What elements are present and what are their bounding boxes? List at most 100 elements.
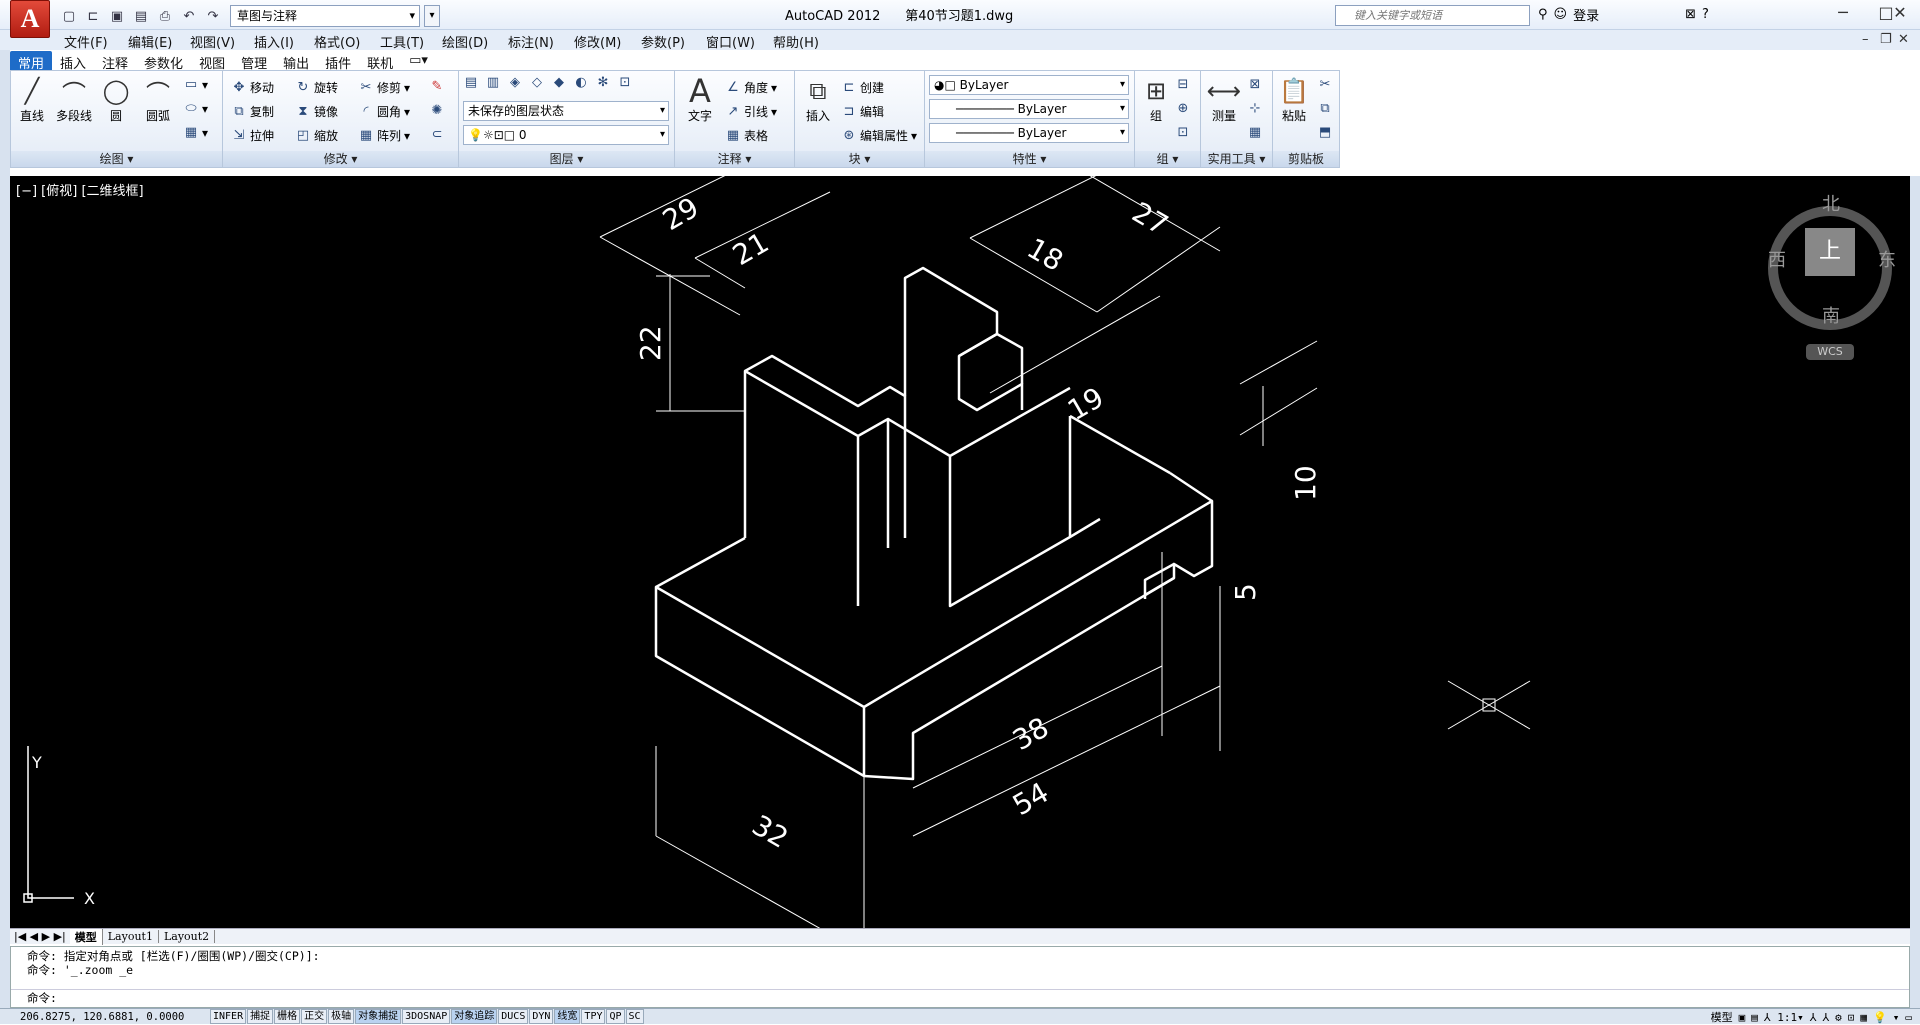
layout-icon[interactable]: ▣ bbox=[1739, 1011, 1746, 1024]
draw-panel-label[interactable]: 绘图 ▾ bbox=[11, 151, 222, 167]
tab-options-icon[interactable]: ▭▾ bbox=[401, 51, 436, 71]
annotation-scale[interactable]: ⅄ 1:1▾ bbox=[1764, 1011, 1804, 1024]
layer-lock-icon[interactable]: ⊡ bbox=[617, 75, 633, 91]
point-style-button[interactable]: ⊹ bbox=[1247, 101, 1263, 117]
block-panel-label[interactable]: 块 ▾ bbox=[795, 151, 924, 167]
doc-restore-icon[interactable]: ❐ bbox=[1880, 32, 1892, 47]
search-input[interactable]: 键入关键字或短语 bbox=[1335, 5, 1530, 26]
menu-modify[interactable]: 修改(M) bbox=[574, 32, 621, 51]
cut-button[interactable]: ✂ bbox=[1317, 77, 1333, 93]
status-menu-icon[interactable]: ▾ bbox=[1893, 1011, 1900, 1024]
modify-panel-label[interactable]: 修改 ▾ bbox=[223, 151, 458, 167]
menu-parametric[interactable]: 参数(P) bbox=[641, 32, 685, 51]
edit-block-button[interactable]: ⊐ 编辑 bbox=[841, 103, 884, 120]
group-edit-button[interactable]: ⊕ bbox=[1175, 101, 1191, 117]
polyline-button[interactable]: ⌒ 多段线 bbox=[53, 75, 95, 124]
layer-iso-icon[interactable]: ◈ bbox=[507, 75, 523, 91]
annotation-panel-label[interactable]: 注释 ▾ bbox=[675, 151, 794, 167]
toggle-qp[interactable]: QP bbox=[606, 1009, 625, 1024]
calculator-button[interactable]: ▦ bbox=[1247, 125, 1263, 141]
isolate-icon[interactable]: 💡 bbox=[1873, 1011, 1887, 1024]
login-link[interactable]: 登录 bbox=[1573, 5, 1599, 24]
menu-tools[interactable]: 工具(T) bbox=[380, 32, 424, 51]
tab-nav-icon[interactable]: |◀ ◀ ▶ ▶| bbox=[10, 930, 70, 943]
redo-icon[interactable]: ↷ bbox=[202, 6, 224, 26]
group-select-button[interactable]: ⊡ bbox=[1175, 125, 1191, 141]
command-input[interactable]: 命令: bbox=[11, 989, 1909, 1007]
toggle-snap[interactable]: 捕捉 bbox=[247, 1009, 274, 1024]
layer-match-icon[interactable]: ◆ bbox=[551, 75, 567, 91]
annotation-visibility-icon[interactable]: ⅄ bbox=[1810, 1011, 1817, 1024]
compass-west[interactable]: 西 bbox=[1768, 246, 1786, 272]
new-icon[interactable]: ▢ bbox=[58, 6, 80, 26]
tab-insert[interactable]: 插入 bbox=[52, 51, 94, 72]
table-button[interactable]: ▦ 表格 bbox=[725, 127, 768, 144]
toggle-sc[interactable]: SC bbox=[625, 1009, 644, 1024]
clean-screen-icon[interactable]: ▭ bbox=[1905, 1011, 1912, 1024]
toggle-tpy[interactable]: TPY bbox=[581, 1009, 606, 1024]
dimension-button[interactable]: ∠ 角度 ▾ bbox=[725, 79, 777, 96]
paste-button[interactable]: 📋 粘贴 bbox=[1273, 75, 1315, 124]
toggle-polar[interactable]: 极轴 bbox=[328, 1009, 355, 1024]
tab-home[interactable]: 常用 bbox=[10, 51, 53, 72]
rectangle-button[interactable]: ▭ ▾ bbox=[183, 77, 208, 93]
close-icon[interactable]: ✕ bbox=[1880, 0, 1920, 26]
menu-draw[interactable]: 绘图(D) bbox=[442, 32, 488, 51]
workspace-switch-icon[interactable]: ⚙ bbox=[1835, 1011, 1842, 1024]
compass-south[interactable]: 南 bbox=[1822, 302, 1840, 328]
ellipse-button[interactable]: ⬭ ▾ bbox=[183, 101, 208, 117]
ungroup-button[interactable]: ⊟ bbox=[1175, 77, 1191, 93]
leader-button[interactable]: ↗ 引线 ▾ bbox=[725, 103, 778, 120]
copy-button[interactable]: ⧉ 复制 bbox=[231, 103, 274, 120]
menu-help[interactable]: 帮助(H) bbox=[773, 32, 819, 51]
doc-minimize-icon[interactable]: – bbox=[1862, 32, 1869, 47]
layer-select[interactable]: 💡☼⊡□ 0 bbox=[463, 125, 669, 145]
match-prop-button[interactable]: ⬒ bbox=[1317, 125, 1333, 141]
toggle-osnap[interactable]: 对象捕捉 bbox=[355, 1009, 402, 1024]
erase-button[interactable]: ✎ bbox=[429, 79, 445, 95]
trim-button[interactable]: ✂ 修剪 ▾ bbox=[358, 79, 411, 96]
move-button[interactable]: ✥ 移动 bbox=[231, 79, 274, 96]
viewcube-top-face[interactable]: 上 bbox=[1805, 228, 1855, 276]
save-icon[interactable]: ▣ bbox=[106, 6, 128, 26]
explode-button[interactable]: ✺ bbox=[429, 103, 445, 119]
groups-panel-label[interactable]: 组 ▾ bbox=[1135, 151, 1200, 167]
menu-file[interactable]: 文件(F) bbox=[64, 32, 108, 51]
open-icon[interactable]: ⊏ bbox=[82, 6, 104, 26]
layer-off-icon[interactable]: ◐ bbox=[573, 75, 589, 91]
layer-freeze-icon[interactable]: ✻ bbox=[595, 75, 611, 91]
tab-parametric[interactable]: 参数化 bbox=[136, 51, 191, 72]
line-button[interactable]: ╱ 直线 bbox=[11, 75, 53, 124]
plot-icon[interactable]: ⎙ bbox=[154, 6, 176, 26]
compass-east[interactable]: 东 bbox=[1878, 246, 1896, 272]
toggle-otrack[interactable]: 对象追踪 bbox=[451, 1009, 498, 1024]
hatch-button[interactable]: ▦ ▾ bbox=[183, 125, 208, 141]
minimize-icon[interactable]: ─ bbox=[1820, 0, 1866, 26]
scale-button[interactable]: ◰ 缩放 bbox=[295, 127, 338, 144]
linetype-select[interactable]: ──────── ByLayer bbox=[929, 99, 1129, 119]
tab-layout1[interactable]: Layout1 bbox=[103, 930, 159, 943]
tab-view[interactable]: 视图 bbox=[191, 51, 233, 72]
drawing-viewport[interactable]: [−] [俯视] [二维线框] 29 21 18 27 22 19 10 5 3… bbox=[10, 176, 1910, 928]
tab-online[interactable]: 联机 bbox=[359, 51, 401, 72]
copy-clip-button[interactable]: ⧉ bbox=[1317, 101, 1333, 117]
mirror-button[interactable]: ⧗ 镜像 bbox=[295, 103, 338, 120]
auto-scale-icon[interactable]: ⅄ bbox=[1822, 1011, 1829, 1024]
stretch-button[interactable]: ⇲ 拉伸 bbox=[231, 127, 274, 144]
doc-close-icon[interactable]: ✕ bbox=[1898, 32, 1909, 47]
utilities-panel-label[interactable]: 实用工具 ▾ bbox=[1201, 151, 1272, 167]
menu-dimension[interactable]: 标注(N) bbox=[508, 32, 554, 51]
model-space-button[interactable]: 模型 bbox=[1711, 1009, 1733, 1025]
toggle-infer[interactable]: INFER bbox=[210, 1009, 247, 1024]
toggle-grid[interactable]: 栅格 bbox=[274, 1009, 301, 1024]
toggle-ducs[interactable]: DUCS bbox=[498, 1009, 529, 1024]
compass-north[interactable]: 北 bbox=[1822, 190, 1840, 216]
layer-state-icon[interactable]: ▥ bbox=[485, 75, 501, 91]
menu-view[interactable]: 视图(V) bbox=[190, 32, 235, 51]
binoculars-icon[interactable]: ⚲ bbox=[1538, 7, 1548, 22]
layer-unisolate-icon[interactable]: ◇ bbox=[529, 75, 545, 91]
tab-model[interactable]: 模型 bbox=[69, 928, 103, 945]
toggle-dyn[interactable]: DYN bbox=[529, 1009, 554, 1024]
wcs-menu[interactable]: WCS bbox=[1806, 344, 1854, 360]
tab-plugins[interactable]: 插件 bbox=[317, 51, 359, 72]
